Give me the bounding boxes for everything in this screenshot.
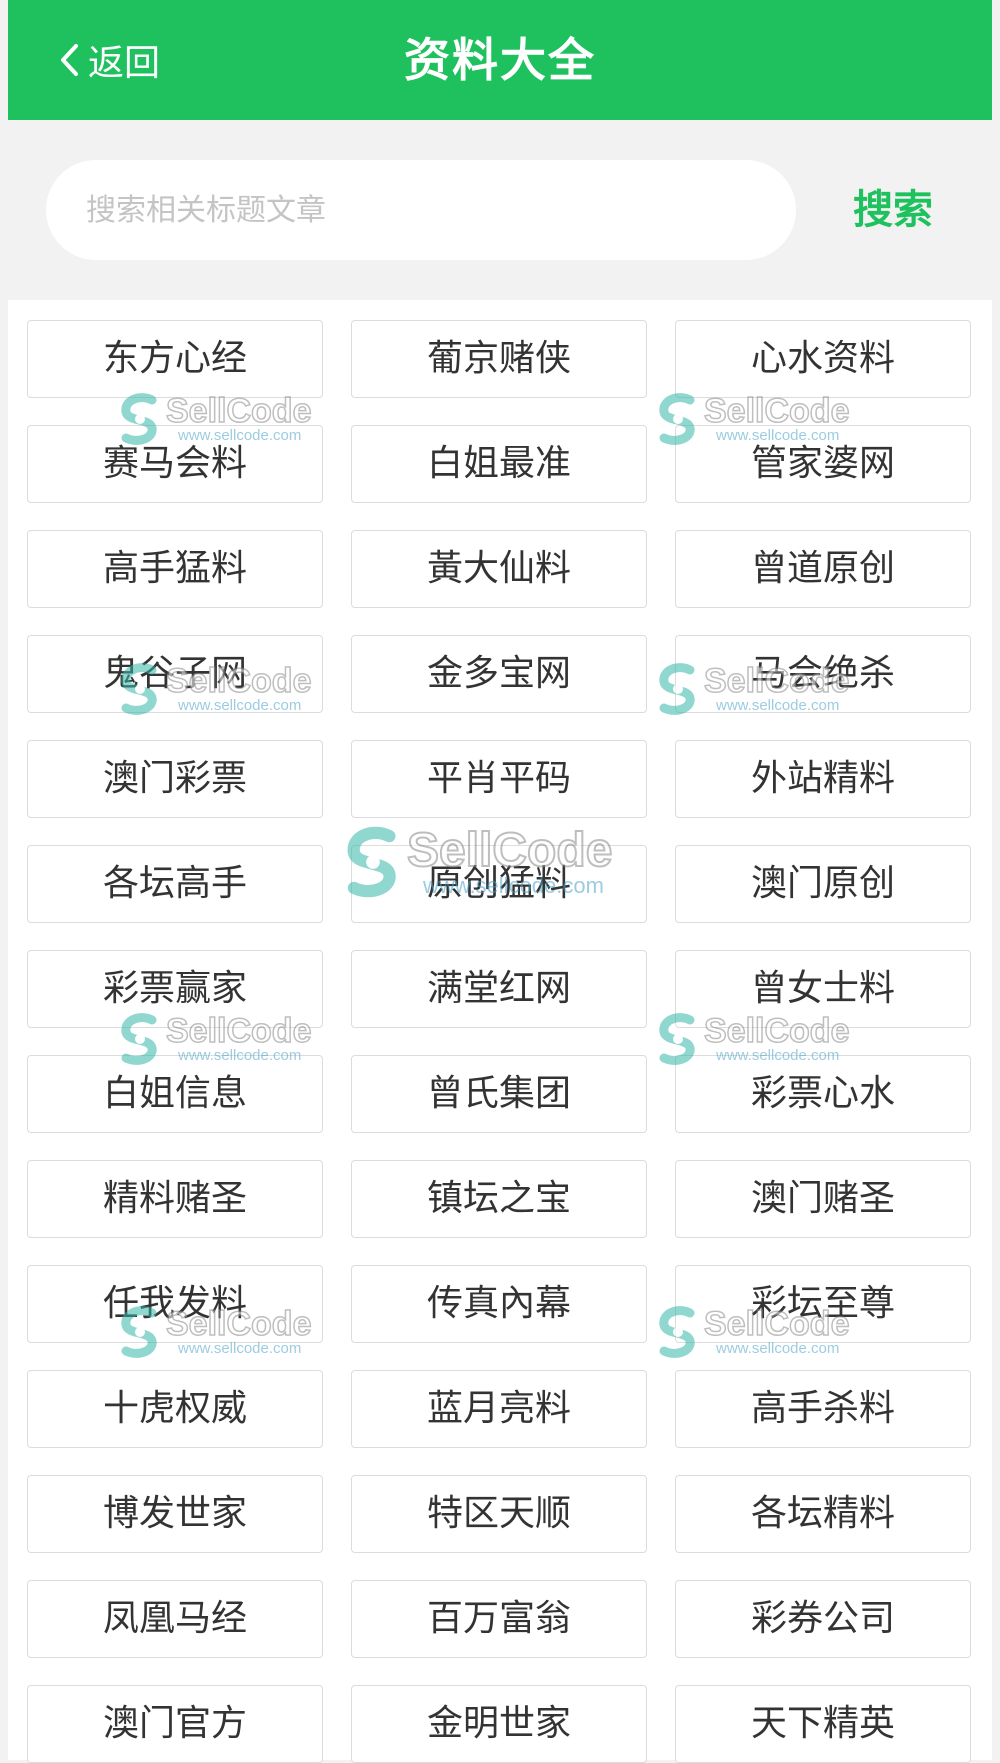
grid-item[interactable]: 传真內幕 (351, 1265, 647, 1343)
grid-item[interactable]: 鬼谷子网 (27, 635, 323, 713)
grid-item[interactable]: 金明世家 (351, 1685, 647, 1763)
grid-item[interactable]: 管家婆网 (675, 425, 971, 503)
grid-item[interactable]: 曾氏集团 (351, 1055, 647, 1133)
grid-item[interactable]: 精料赌圣 (27, 1160, 323, 1238)
grid-item[interactable]: 镇坛之宝 (351, 1160, 647, 1238)
grid-item[interactable]: 白姐最准 (351, 425, 647, 503)
grid-item[interactable]: 平肖平码 (351, 740, 647, 818)
grid-item[interactable]: 彩坛至尊 (675, 1265, 971, 1343)
grid-item[interactable]: 黃大仙料 (351, 530, 647, 608)
grid-item[interactable]: 澳门原创 (675, 845, 971, 923)
search-input[interactable] (46, 160, 796, 260)
grid-item[interactable]: 心水资料 (675, 320, 971, 398)
category-grid: 东方心经 葡京赌侠 心水资料赛马会料 白姐最准 管家婆网高手猛料 黃大仙料 曾道原创鬼谷子网… (8, 300, 992, 1763)
grid-item[interactable]: 各坛高手 (27, 845, 323, 923)
grid-item[interactable]: 赛马会料 (27, 425, 323, 503)
page-title: 资料大全 (404, 33, 596, 87)
grid-item[interactable]: 蓝月亮料 (351, 1370, 647, 1448)
grid-item[interactable]: 百万富翁 (351, 1580, 647, 1658)
grid-item[interactable]: 曾女士料 (675, 950, 971, 1028)
grid-item[interactable]: 各坛精料 (675, 1475, 971, 1553)
grid-item[interactable]: 博发世家 (27, 1475, 323, 1553)
grid-item[interactable]: 彩票赢家 (27, 950, 323, 1028)
grid-item[interactable]: 澳门赌圣 (675, 1160, 971, 1238)
grid-item[interactable]: 澳门官方 (27, 1685, 323, 1763)
grid-item[interactable]: 原创猛料 (351, 845, 647, 923)
grid-item[interactable]: 曾道原创 (675, 530, 971, 608)
grid-item[interactable]: 金多宝网 (351, 635, 647, 713)
grid-item[interactable]: 任我发料 (27, 1265, 323, 1343)
header-bar: 返回 资料大全 (8, 0, 992, 120)
grid-item[interactable]: 高手杀料 (675, 1370, 971, 1448)
search-bar: 搜索 (8, 120, 992, 300)
grid-item[interactable]: 凤凰马经 (27, 1580, 323, 1658)
grid-item[interactable]: 十虎权威 (27, 1370, 323, 1448)
grid-item[interactable]: 彩票心水 (675, 1055, 971, 1133)
grid-item[interactable]: 澳门彩票 (27, 740, 323, 818)
grid-item[interactable]: 白姐信息 (27, 1055, 323, 1133)
grid-item[interactable]: 外站精料 (675, 740, 971, 818)
grid-item[interactable]: 葡京赌侠 (351, 320, 647, 398)
grid-item[interactable]: 高手猛料 (27, 530, 323, 608)
grid-item[interactable]: 马会绝杀 (675, 635, 971, 713)
grid-item[interactable]: 天下精英 (675, 1685, 971, 1763)
grid-item[interactable]: 彩券公司 (675, 1580, 971, 1658)
grid-item[interactable]: 满堂红网 (351, 950, 647, 1028)
search-button[interactable]: 搜索 (808, 160, 978, 260)
grid-item[interactable]: 东方心经 (27, 320, 323, 398)
grid-item[interactable]: 特区天顺 (351, 1475, 647, 1553)
